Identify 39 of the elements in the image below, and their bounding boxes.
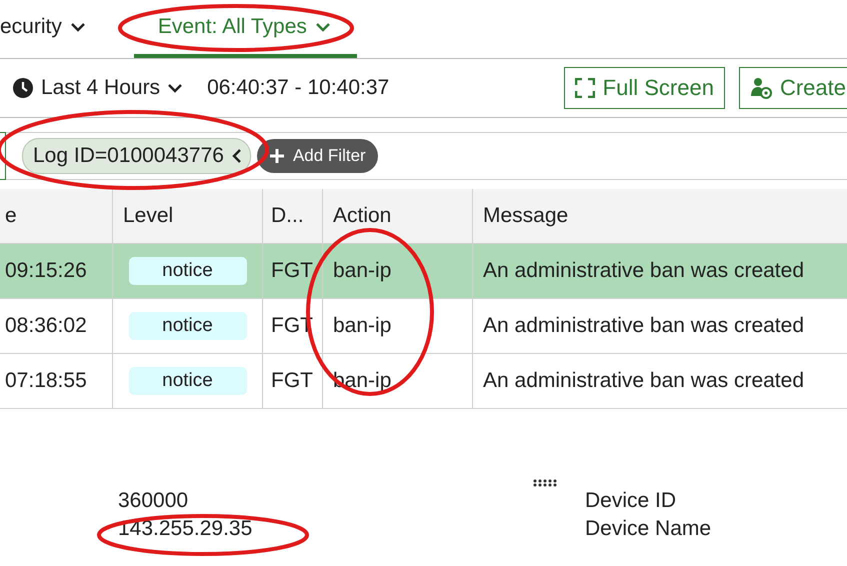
table-cell: 08:36:02 xyxy=(0,299,113,353)
table-cell: 07:18:55 xyxy=(0,354,113,408)
time-span: 06:40:37 - 10:40:37 xyxy=(207,76,390,100)
time-range-dropdown[interactable]: Last 4 Hours xyxy=(12,76,184,100)
column-header[interactable]: Message xyxy=(473,189,847,243)
detail-value: 143.255.29.35 xyxy=(118,516,252,542)
table-cell: FGT xyxy=(263,244,323,298)
table-cell: ban-ip xyxy=(323,299,473,353)
chevron-down-icon[interactable] xyxy=(167,83,184,93)
fullscreen-icon xyxy=(574,78,595,98)
chevron-down-icon[interactable] xyxy=(70,22,86,32)
user-add-icon xyxy=(750,77,772,99)
table-cell-text: An administrative ban was created xyxy=(482,368,805,394)
column-header[interactable]: Level xyxy=(113,189,263,243)
table-cell: ban-ip xyxy=(323,244,473,298)
filter-tab[interactable]: ecurity xyxy=(0,0,112,58)
table-cell-text: An administrative ban was created xyxy=(482,258,805,284)
level-badge: notice xyxy=(128,312,246,340)
filter-tab[interactable]: Event: All Types xyxy=(134,0,357,58)
full-screen-button[interactable]: Full Screen xyxy=(564,67,725,109)
detail-value: 360000 xyxy=(118,488,188,514)
table-cell: 09:15:26 xyxy=(0,244,113,298)
create-button[interactable]: Create xyxy=(738,67,847,109)
add-filter-button[interactable]: Add Filter xyxy=(256,139,378,173)
filter-chip[interactable]: Log ID=0100043776 xyxy=(22,138,251,174)
detail-label: Device Name xyxy=(585,516,712,542)
table-cell-text: An administrative ban was created xyxy=(482,313,805,339)
table-row[interactable]: 09:15:26 notice FGT ban-ip An administrative ban was created xyxy=(0,244,847,299)
column-header[interactable]: e xyxy=(0,189,113,243)
detail-label: Device ID xyxy=(585,488,676,514)
table-cell: FGT xyxy=(263,354,323,408)
remove-filter-icon[interactable] xyxy=(232,149,242,163)
column-header[interactable]: D... xyxy=(263,189,323,243)
column-header[interactable]: Action xyxy=(323,189,473,243)
level-badge: notice xyxy=(128,257,246,285)
clock-icon xyxy=(12,77,34,99)
plus-icon xyxy=(268,148,285,164)
level-badge: notice xyxy=(128,367,246,395)
drag-handle-icon[interactable] xyxy=(533,479,557,487)
